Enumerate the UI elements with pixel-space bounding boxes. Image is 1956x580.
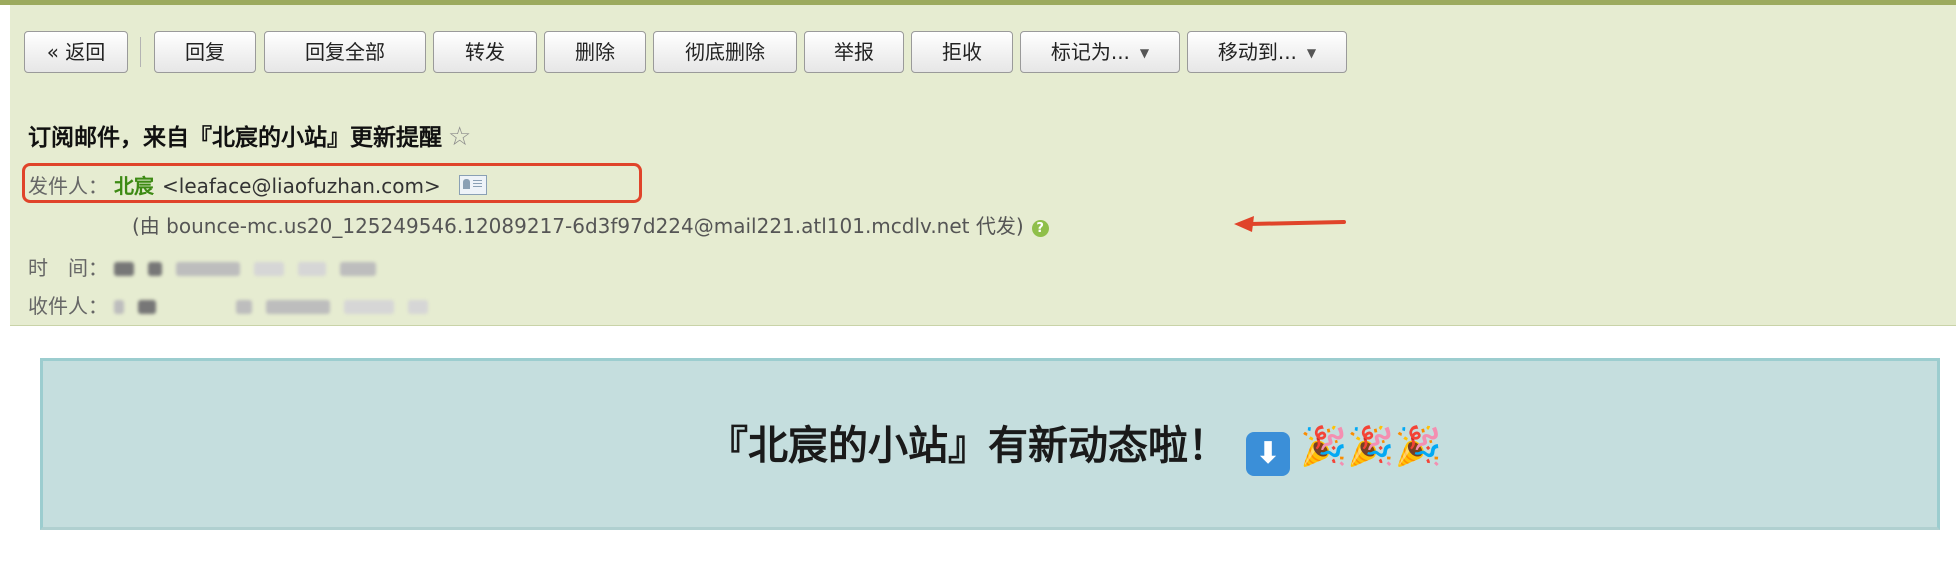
subject-text: 订阅邮件，来自『北宸的小站』更新提醒 — [28, 125, 442, 151]
sent-via-row: (由 bounce-mc.us20_125249546.12089217-6d3… — [132, 210, 1049, 239]
redacted-recipient — [236, 300, 253, 314]
reject-button[interactable]: 拒收 — [911, 31, 1013, 73]
down-arrow-icon: ⬇ — [1246, 432, 1290, 476]
recipient-label: 收件人： — [28, 294, 108, 318]
star-icon[interactable]: ☆ — [448, 122, 471, 152]
help-icon[interactable]: ? — [1031, 220, 1049, 237]
forward-button[interactable]: 转发 — [433, 31, 537, 73]
move-to-dropdown[interactable]: 移动到... ▼ — [1187, 31, 1347, 73]
back-button[interactable]: « 返回 — [24, 31, 128, 73]
mark-as-label: 标记为... — [1050, 40, 1130, 64]
chevron-down-icon: ▼ — [1306, 46, 1317, 60]
reply-all-button[interactable]: 回复全部 — [264, 31, 426, 73]
reply-button[interactable]: 回复 — [154, 31, 256, 73]
redacted-time — [148, 262, 163, 276]
mark-as-dropdown[interactable]: 标记为... ▼ — [1020, 31, 1180, 73]
recipient-row: 收件人： — [28, 290, 442, 319]
redacted-recipient — [344, 300, 395, 314]
report-button[interactable]: 举报 — [804, 31, 904, 73]
banner-heading: 『北宸的小站』有新动态啦！ ⬇ 🎉🎉🎉 — [708, 413, 1442, 476]
toolbar-divider — [140, 37, 141, 67]
redacted-time — [254, 262, 285, 276]
redacted-recipient — [266, 300, 331, 314]
delete-permanently-button[interactable]: 彻底删除 — [653, 31, 797, 73]
redacted-time — [298, 262, 327, 276]
sent-via-text: (由 bounce-mc.us20_125249546.12089217-6d3… — [132, 214, 1024, 238]
sender-highlight-box — [22, 163, 642, 203]
email-body-banner: 『北宸的小站』有新动态啦！ ⬇ 🎉🎉🎉 — [40, 358, 1940, 530]
redacted-recipient — [114, 300, 125, 314]
party-popper-icon: 🎉🎉🎉 — [1300, 424, 1442, 468]
chevron-down-icon: ▼ — [1139, 46, 1150, 60]
redacted-time — [340, 262, 377, 276]
redacted-recipient — [408, 300, 429, 314]
delete-button[interactable]: 删除 — [544, 31, 646, 73]
time-row: 时 间： — [28, 252, 390, 281]
redacted-time — [114, 262, 135, 276]
move-to-label: 移动到... — [1217, 40, 1297, 64]
email-subject: 订阅邮件，来自『北宸的小站』更新提醒 ☆ — [28, 118, 471, 152]
banner-text: 『北宸的小站』有新动态啦！ — [708, 423, 1228, 469]
time-label: 时 间： — [28, 256, 108, 280]
redacted-time — [176, 262, 241, 276]
annotation-arrow — [1234, 216, 1346, 232]
redacted-recipient — [138, 300, 157, 314]
